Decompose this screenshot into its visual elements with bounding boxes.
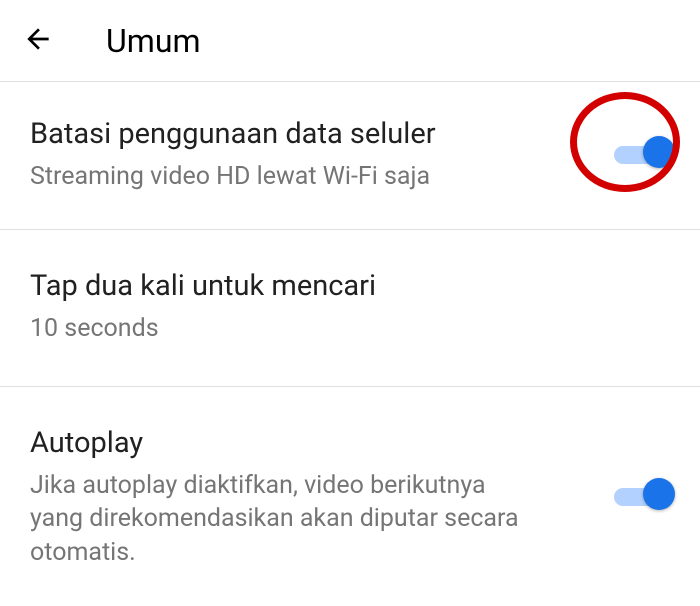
toggle-thumb (643, 478, 675, 510)
setting-autoplay[interactable]: Autoplay Jika autoplay diaktifkan, video… (0, 387, 700, 606)
setting-subtitle: 10 seconds (30, 312, 540, 346)
page-title: Umum (106, 22, 201, 60)
toggle-limit-mobile-data[interactable] (614, 143, 670, 167)
setting-text-block: Autoplay Jika autoplay diaktifkan, video… (30, 425, 614, 570)
setting-title: Batasi penggunaan data seluler (30, 116, 614, 154)
setting-text-block: Tap dua kali untuk mencari 10 seconds (30, 268, 670, 345)
back-button[interactable] (18, 21, 58, 61)
setting-title: Autoplay (30, 425, 614, 463)
setting-double-tap-seek[interactable]: Tap dua kali untuk mencari 10 seconds (0, 230, 700, 386)
arrow-left-icon (22, 23, 54, 59)
settings-list: Batasi penggunaan data seluler Streaming… (0, 82, 700, 606)
setting-subtitle: Streaming video HD lewat Wi-Fi saja (30, 160, 540, 194)
setting-title: Tap dua kali untuk mencari (30, 268, 670, 306)
setting-subtitle: Jika autoplay diaktifkan, video berikutn… (30, 469, 540, 570)
setting-text-block: Batasi penggunaan data seluler Streaming… (30, 116, 614, 193)
app-header: Umum (0, 0, 700, 82)
toggle-autoplay[interactable] (614, 485, 670, 509)
toggle-thumb (643, 136, 675, 168)
setting-limit-mobile-data[interactable]: Batasi penggunaan data seluler Streaming… (0, 82, 700, 230)
